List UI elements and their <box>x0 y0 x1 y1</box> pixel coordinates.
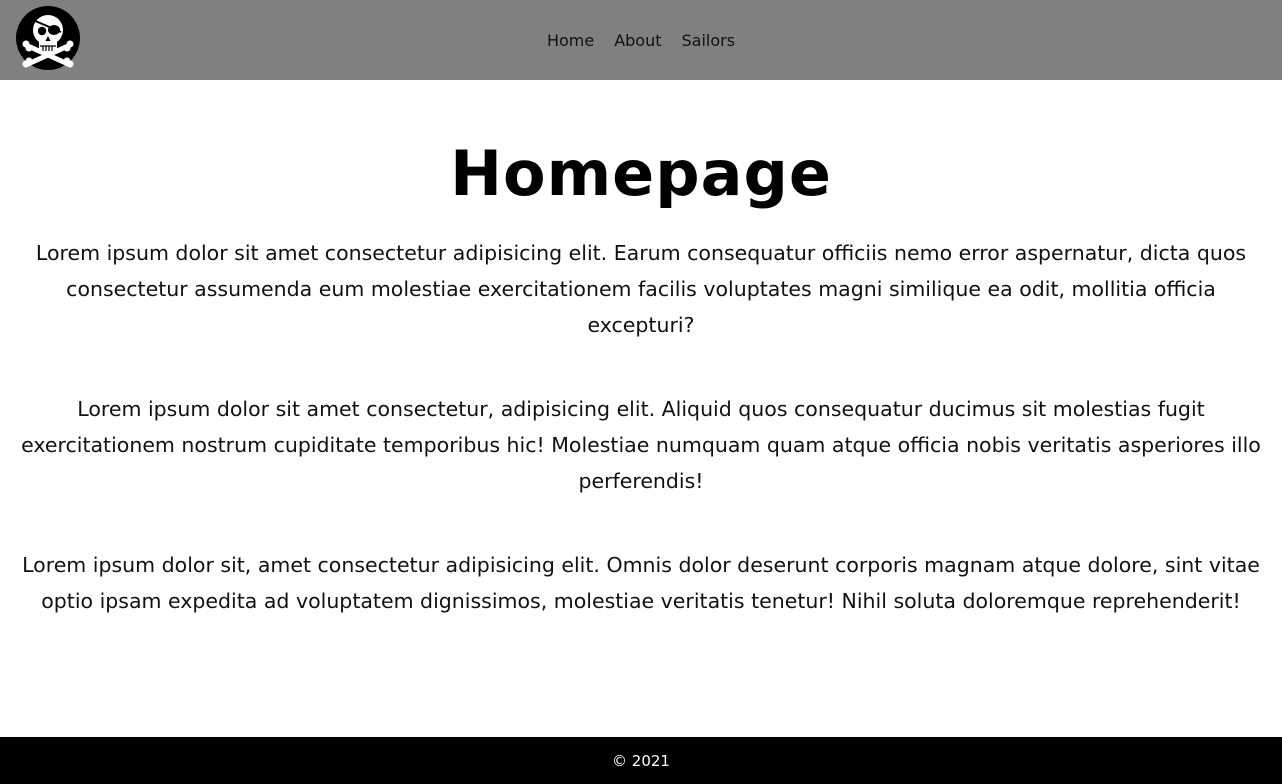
nav-link-home[interactable]: Home <box>547 31 594 50</box>
paragraph-1: Lorem ipsum dolor sit amet consectetur a… <box>35 241 1247 337</box>
main-nav: Home About Sailors <box>0 0 1282 80</box>
site-header: Home About Sailors <box>0 0 1282 80</box>
nav-link-sailors[interactable]: Sailors <box>682 31 736 50</box>
copyright-text: © 2021 <box>612 751 670 770</box>
main-content: Homepage Lorem ipsum dolor sit amet cons… <box>0 80 1282 737</box>
paragraph-3: Lorem ipsum dolor sit, amet consectetur … <box>22 553 1260 613</box>
page-title: Homepage <box>450 137 832 210</box>
paragraph-2: Lorem ipsum dolor sit amet consectetur, … <box>21 397 1261 493</box>
nav-link-about[interactable]: About <box>614 31 661 50</box>
site-footer: © 2021 <box>0 737 1282 784</box>
